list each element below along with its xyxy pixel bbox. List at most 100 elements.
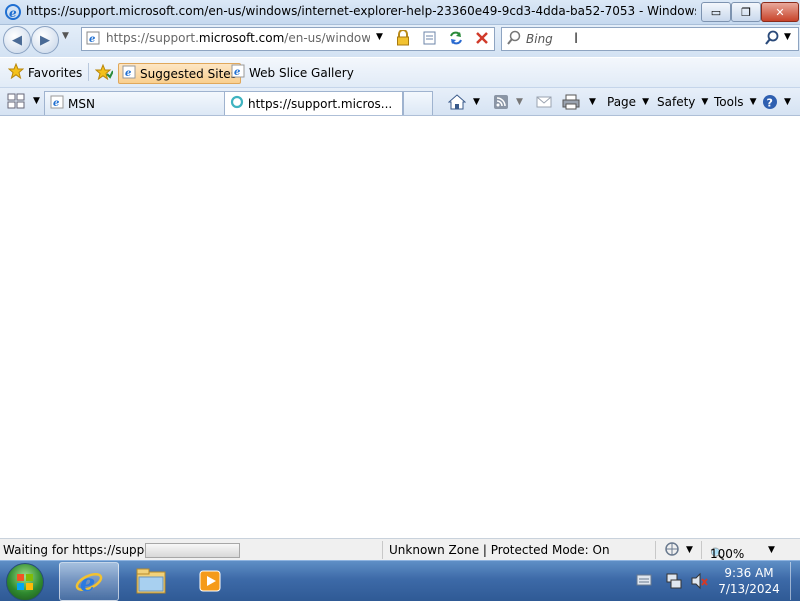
address-url[interactable]: https://support.microsoft.com/en-us/wind… [106,31,370,45]
zoom-dropdown[interactable]: ▼ [768,545,775,555]
taskbar-windows-explorer[interactable] [122,562,180,599]
page-menu-label: Page [607,95,637,109]
tab-label: MSN [68,96,95,111]
title-bar: e https://support.microsoft.com/en-us/wi… [0,0,800,25]
folder-icon [136,568,166,593]
safety-menu-label: Safety [657,95,696,109]
show-desktop-button[interactable] [790,562,800,600]
address-dropdown[interactable]: ▼ [376,32,383,42]
home-dropdown[interactable]: ▼ [473,97,480,107]
chevron-down-icon: ▼ [749,97,757,107]
favorites-bar: Favorites e Suggested Sites e Web Slice … [0,58,800,88]
start-button[interactable] [6,563,44,601]
tab-command-bar: ▼ e MSN https://support.micros... ✕ ▼ ▼ … [0,88,800,116]
restore-icon: ❐ [741,5,751,19]
chevron-down-icon: ▼ [701,97,709,107]
compatibility-view-icon[interactable] [422,30,438,49]
recent-pages-dropdown[interactable]: ▼ [62,31,69,41]
tools-menu-label: Tools [714,95,744,109]
protected-mode-icon[interactable] [664,541,682,560]
feeds-button[interactable]: ▼ [493,93,523,111]
minimize-button[interactable]: ▭ [701,2,731,22]
svg-text:e: e [234,67,240,78]
address-bar[interactable]: e https://support.microsoft.com/en-us/wi… [81,27,495,51]
stop-icon[interactable] [474,30,490,49]
printer-icon [562,94,580,110]
navigation-bar: ◀ ▶ ▼ e https://support.microsoft.com/en… [0,25,800,57]
safety-menu[interactable]: Safety ▼ [657,93,708,111]
window-title: https://support.microsoft.com/en-us/wind… [26,4,696,18]
taskbar-media-player[interactable] [181,562,239,599]
search-icon[interactable] [764,30,780,49]
feeds-dropdown[interactable]: ▼ [516,97,523,107]
add-to-favorites-icon[interactable] [94,63,114,83]
svg-text:e: e [125,68,131,79]
forward-button[interactable]: ▶ [31,26,59,54]
status-divider [701,541,702,559]
windows-logo-icon [17,574,33,590]
clock-time: 9:36 AM [724,566,774,580]
forward-arrow-icon: ▶ [40,32,50,48]
status-divider [382,541,383,559]
text-cursor-icon: I [574,31,579,47]
tab-msn[interactable]: e MSN [44,91,226,115]
tab-support[interactable]: https://support.micros... ✕ [224,91,414,115]
minimize-icon: ▭ [710,5,722,19]
page-menu[interactable]: Page ▼ [607,93,649,111]
tab-list-dropdown[interactable]: ▼ [33,96,40,106]
favorite-web-slice-gallery[interactable]: e Web Slice Gallery [228,63,357,82]
home-button[interactable]: ▼ [448,93,480,111]
refresh-icon[interactable] [448,30,464,49]
status-bar: Waiting for https://suppor Unknown Zone … [0,538,800,561]
print-dropdown[interactable]: ▼ [589,97,596,107]
close-icon: ✕ [775,5,785,19]
zone-dropdown[interactable]: ▼ [686,545,693,555]
back-button[interactable]: ◀ [3,26,31,54]
tools-menu[interactable]: Tools ▼ [714,93,756,111]
new-tab-button[interactable] [403,91,433,115]
close-button[interactable]: ✕ [761,2,799,22]
page-icon: e [86,31,100,48]
feeds-icon [494,95,508,109]
svg-text:e: e [80,568,95,597]
help-button[interactable]: ? ▼ [762,93,791,111]
internet-explorer-icon: e [75,568,103,597]
loading-spinner-icon [230,95,244,112]
mail-icon [536,96,552,108]
back-arrow-icon: ◀ [12,32,22,48]
status-text: Waiting for https://suppor [3,543,157,557]
status-divider [655,541,656,559]
loading-progress-bar [145,543,240,558]
page-content[interactable] [0,116,800,537]
clock-date: 7/13/2024 [718,582,780,596]
network-icon[interactable] [665,572,683,593]
read-mail-button[interactable] [536,93,552,111]
favorites-divider [88,63,89,81]
print-button[interactable]: ▼ [562,93,596,111]
svg-text:e: e [53,98,59,109]
favorite-label: Web Slice Gallery [249,65,354,80]
favorites-label: Favorites [28,65,83,80]
chevron-down-icon: ▼ [642,97,649,107]
search-placeholder: Bing [526,32,553,46]
favorites-star-icon [7,62,25,82]
favorite-label: Suggested Sites [140,66,237,81]
favorites-button[interactable]: Favorites [5,62,85,82]
system-clock[interactable]: 9:36 AM 7/13/2024 [710,565,788,597]
ie-page-icon: e [231,64,245,81]
svg-text:?: ? [767,97,773,110]
search-box[interactable]: Bing I ▼ [501,27,799,51]
lock-icon[interactable] [396,29,410,49]
quick-tabs-icon[interactable] [7,93,27,112]
search-options-dropdown[interactable]: ▼ [784,32,791,42]
favorite-suggested-sites[interactable]: e Suggested Sites [118,63,241,84]
restore-button[interactable]: ❐ [731,2,761,22]
taskbar-internet-explorer[interactable]: e [59,562,119,601]
tab-label: https://support.micros... [248,96,393,111]
volume-muted-icon[interactable] [690,572,708,593]
search-provider-icon [506,30,522,49]
keyboard-icon[interactable] [636,574,652,589]
security-zone-text[interactable]: Unknown Zone | Protected Mode: On [389,543,610,557]
help-dropdown[interactable]: ▼ [784,97,791,107]
media-player-icon [199,570,221,591]
